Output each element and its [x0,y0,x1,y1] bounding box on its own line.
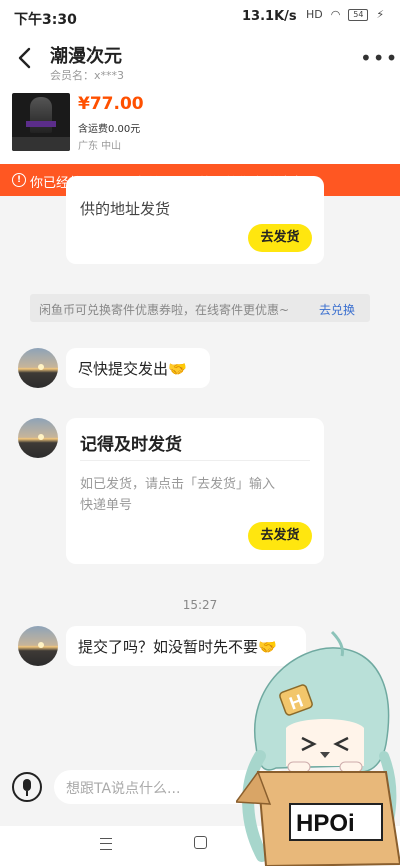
status-net-speed: 13.1K/s [242,9,297,24]
go-ship-button[interactable]: 去发货 [248,224,312,252]
battery-icon: 54 [348,8,369,21]
card-title: 记得及时发货 [80,435,182,455]
product-location: 广东 中山 [78,141,122,152]
card-body-line1: 如已发货，请点击「去发货」输入 [80,477,276,492]
avatar[interactable] [18,418,58,458]
chat-title: 潮漫次元 [50,46,122,67]
avatar[interactable] [18,626,58,666]
charging-icon: ⚡ [376,8,385,21]
avatar[interactable] [18,348,58,388]
status-time: 下午3:30 [14,12,77,28]
chat-header: 潮漫次元 会员名：x***3 ••• [0,34,400,86]
card-partial-text: 供的地址发货 [80,200,171,218]
coin-notice: 闲鱼币可兑换寄件优惠券啦，在线寄件更优惠~ 去兑换 [30,294,370,322]
go-ship-button[interactable]: 去发货 [248,522,312,550]
ship-reminder-card: 记得及时发货 如已发货，请点击「去发货」输入 快递单号 去发货 [66,418,324,564]
hpoi-logo-text: HPOi [296,810,355,837]
product-thumbnail[interactable] [12,93,70,151]
redeem-link[interactable]: 去兑换 [319,301,355,318]
message-input-placeholder: 想跟TA说点什么... [66,781,181,797]
message-timestamp: 15:27 [182,598,218,612]
warning-icon: ! [12,173,26,187]
wifi-icon: ◠ [330,8,341,21]
back-arrow-icon[interactable] [14,46,36,70]
product-shipping: 含运费0.00元 [78,124,141,135]
nav-home-icon[interactable] [194,836,207,849]
hd-icon: HD [306,8,323,21]
card-body-line2: 快递单号 [80,498,133,513]
member-name: 会员名：x***3 [50,69,125,82]
message-text: 尽快提交发出🤝 [78,360,187,378]
product-card[interactable]: ¥77.00 含运费0.00元 广东 中山 [0,86,400,164]
coin-notice-text: 闲鱼币可兑换寄件优惠券啦，在线寄件更优惠~ [39,303,290,317]
hpoi-mascot-sticker: H HPOi [236,630,400,866]
ship-reminder-card: 供的地址发货 去发货 [66,176,324,264]
more-options-icon[interactable]: ••• [360,46,398,70]
voice-input-icon[interactable] [12,772,42,802]
nav-menu-icon[interactable] [100,838,112,850]
message-bubble: 尽快提交发出🤝 [66,348,210,388]
status-icons: HD ◠ 54 ⚡ [306,8,384,21]
card-divider [80,460,310,461]
status-bar: 下午3:30 13.1K/s HD ◠ 54 ⚡ [0,0,400,34]
product-price: ¥77.00 [78,94,144,114]
